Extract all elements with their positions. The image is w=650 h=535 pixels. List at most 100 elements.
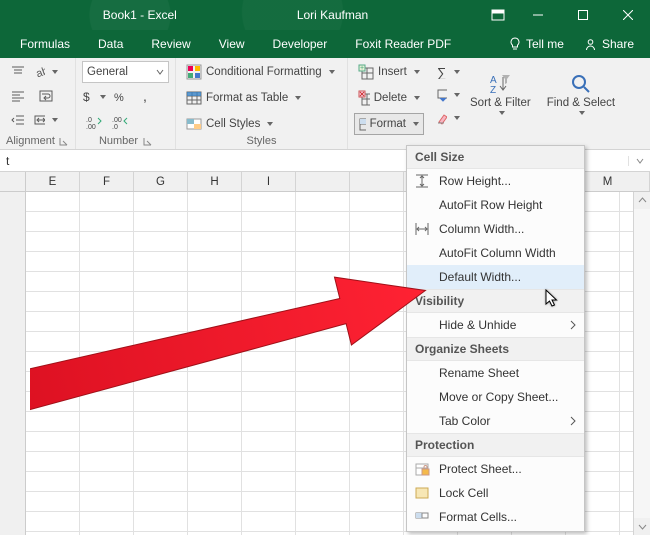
svg-text:.0: .0: [86, 117, 92, 124]
delete-label: Delete: [374, 92, 407, 104]
accounting-format-button[interactable]: $: [82, 86, 106, 108]
row-headers[interactable]: [0, 192, 26, 535]
formula-bar-text: t: [6, 154, 9, 168]
tell-me[interactable]: Tell me: [499, 37, 574, 51]
merge-center-button[interactable]: [34, 109, 58, 131]
menu-format-cells[interactable]: Format Cells...: [407, 505, 584, 529]
column-header[interactable]: [350, 172, 404, 191]
sort-filter-button[interactable]: AZ Sort & Filter: [464, 61, 537, 127]
column-width-icon: [413, 220, 431, 238]
number-label: Number: [99, 135, 138, 147]
column-header[interactable]: G: [134, 172, 188, 191]
tab-formulas[interactable]: Formulas: [6, 30, 84, 58]
menu-protect-sheet-label: Protect Sheet...: [439, 462, 522, 476]
cell-styles-button[interactable]: Cell Styles: [182, 113, 341, 135]
column-header[interactable]: E: [26, 172, 80, 191]
tab-view[interactable]: View: [205, 30, 259, 58]
svg-text:∑: ∑: [437, 65, 446, 79]
align-top-button[interactable]: [6, 61, 30, 83]
number-format-value: General: [87, 66, 152, 78]
lock-cell-icon: [413, 484, 431, 502]
scroll-down-button[interactable]: [634, 518, 650, 535]
fill-button[interactable]: [436, 84, 460, 106]
comma-format-button[interactable]: ,: [134, 86, 158, 108]
share-button[interactable]: Share: [574, 37, 644, 51]
scroll-up-button[interactable]: [634, 192, 650, 209]
clear-button[interactable]: [436, 107, 460, 129]
sort-filter-label: Sort & Filter: [470, 97, 531, 110]
minimize-button[interactable]: [515, 0, 560, 30]
align-left-button[interactable]: [6, 85, 30, 107]
menu-rename-sheet-label: Rename Sheet: [439, 366, 519, 380]
formula-bar-expand[interactable]: [628, 156, 650, 166]
svg-text:%: %: [114, 92, 124, 104]
menu-move-copy-sheet[interactable]: Move or Copy Sheet...: [407, 385, 584, 409]
decrease-decimal-button[interactable]: .00.0: [108, 111, 132, 133]
percent-format-button[interactable]: %: [108, 86, 132, 108]
column-header[interactable]: H: [188, 172, 242, 191]
select-all-corner[interactable]: [0, 172, 26, 191]
menu-autofit-row-label: AutoFit Row Height: [439, 198, 542, 212]
menu-rename-sheet[interactable]: Rename Sheet: [407, 361, 584, 385]
row-height-icon: [413, 172, 431, 190]
menu-hide-unhide[interactable]: Hide & Unhide: [407, 313, 584, 337]
menu-lock-cell[interactable]: Lock Cell: [407, 481, 584, 505]
menu-column-width[interactable]: Column Width...: [407, 217, 584, 241]
menu-autofit-column[interactable]: AutoFit Column Width: [407, 241, 584, 265]
format-as-table-button[interactable]: Format as Table: [182, 87, 341, 109]
menu-section-protection: Protection: [407, 433, 584, 457]
close-button[interactable]: [605, 0, 650, 30]
conditional-formatting-button[interactable]: Conditional Formatting: [182, 61, 341, 83]
menu-protect-sheet[interactable]: Protect Sheet...: [407, 457, 584, 481]
submenu-arrow-icon: [570, 320, 576, 330]
format-label: Format: [370, 118, 406, 130]
column-header[interactable]: [296, 172, 350, 191]
find-select-button[interactable]: Find & Select: [541, 61, 621, 127]
svg-text:Z: Z: [490, 85, 496, 95]
menu-default-width[interactable]: Default Width...: [407, 265, 584, 289]
wrap-text-button[interactable]: [34, 85, 58, 107]
vertical-scrollbar[interactable]: [633, 192, 650, 535]
format-dropdown-menu: Cell Size Row Height... AutoFit Row Heig…: [406, 145, 585, 532]
number-dialog-launcher[interactable]: [142, 136, 152, 146]
tab-data[interactable]: Data: [84, 30, 137, 58]
menu-section-visibility: Visibility: [407, 289, 584, 313]
submenu-arrow-icon: [570, 416, 576, 426]
menu-hide-unhide-label: Hide & Unhide: [439, 318, 516, 332]
menu-column-width-label: Column Width...: [439, 222, 524, 236]
cell-styles-label: Cell Styles: [206, 118, 260, 130]
column-header[interactable]: F: [80, 172, 134, 191]
find-select-label: Find & Select: [547, 97, 615, 110]
column-header[interactable]: I: [242, 172, 296, 191]
tab-foxit[interactable]: Foxit Reader PDF: [341, 30, 465, 58]
menu-lock-cell-label: Lock Cell: [439, 486, 488, 500]
menu-autofit-row[interactable]: AutoFit Row Height: [407, 193, 584, 217]
menu-row-height[interactable]: Row Height...: [407, 169, 584, 193]
tab-developer[interactable]: Developer: [259, 30, 342, 58]
tab-review[interactable]: Review: [137, 30, 204, 58]
autosum-button[interactable]: ∑: [436, 61, 460, 83]
insert-button[interactable]: + Insert: [354, 61, 424, 83]
number-format-combo[interactable]: General: [82, 61, 169, 83]
group-cells: + Insert Delete Format: [348, 58, 430, 149]
window-title: Book1 - Excel: [103, 8, 177, 22]
share-label: Share: [602, 37, 634, 51]
group-styles: Conditional Formatting Format as Table C…: [176, 58, 348, 149]
alignment-label: Alignment: [6, 135, 55, 147]
group-editing: ∑ AZ Sort & Filter Find & Select: [430, 58, 650, 149]
svg-text:ab: ab: [35, 65, 45, 79]
format-button[interactable]: Format: [354, 113, 424, 135]
increase-decimal-button[interactable]: .0.00: [82, 111, 106, 133]
ribbon-display-options[interactable]: [481, 0, 515, 30]
conditional-formatting-icon: [186, 64, 202, 80]
maximize-button[interactable]: [560, 0, 605, 30]
conditional-formatting-label: Conditional Formatting: [206, 66, 322, 78]
delete-button[interactable]: Delete: [354, 87, 424, 109]
svg-text:.00: .00: [86, 124, 96, 129]
alignment-dialog-launcher[interactable]: [59, 136, 69, 146]
decrease-indent-button[interactable]: [6, 109, 30, 131]
group-alignment: ab Alignment: [0, 58, 76, 149]
lightbulb-icon: [509, 37, 521, 51]
menu-tab-color[interactable]: Tab Color: [407, 409, 584, 433]
orientation-button[interactable]: ab: [34, 61, 58, 83]
